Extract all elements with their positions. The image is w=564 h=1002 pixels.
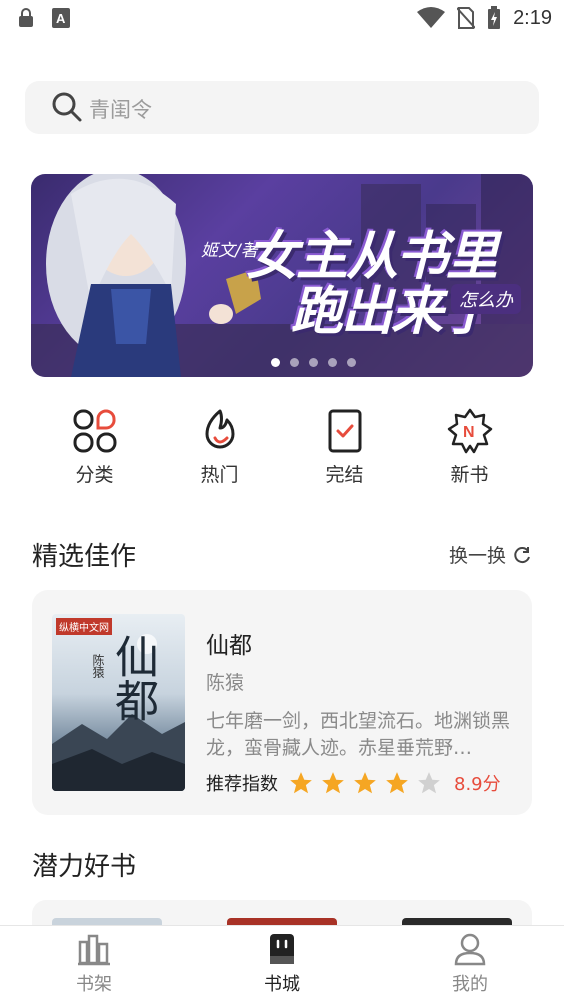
quick-nav-new[interactable]: N 新书 [420, 408, 520, 488]
refresh-icon [514, 546, 530, 563]
profile-icon [454, 933, 486, 966]
star-filled-icon [386, 772, 408, 794]
banner-dot[interactable] [309, 358, 318, 367]
search-placeholder: 青闺令 [89, 98, 152, 122]
wifi-icon [417, 7, 446, 28]
banner-dot[interactable] [328, 358, 337, 367]
star-empty-icon [418, 772, 440, 794]
status-bar: A 2:19 [0, 0, 564, 40]
featured-book-card[interactable]: 纵横中文网 陈猿 仙都 仙都 陈猿 七年磨一剑，西北望流石。地渊锁黑龙，蛮骨藏人… [32, 590, 532, 815]
new-badge-icon: N [447, 408, 492, 454]
book-cover[interactable]: 纵横中文网 陈猿 仙都 [52, 614, 185, 791]
cover-publisher: 纵横中文网 [56, 618, 112, 635]
bookshelf-icon [78, 934, 110, 966]
search-icon [52, 92, 82, 122]
potential-books-row [32, 900, 532, 926]
lock-icon [19, 8, 33, 27]
refresh-label: 换一换 [448, 545, 506, 567]
completed-icon [328, 409, 361, 453]
banner-dot[interactable] [290, 358, 299, 367]
bottom-tab-bar: 书架 书城 我的 [0, 925, 564, 1002]
tab-bookstore[interactable]: 书城 [188, 926, 376, 1002]
battery-charging-icon [488, 6, 501, 29]
rating-label: 推荐指数 [206, 774, 278, 795]
rating-score: 8.9分 [454, 774, 501, 795]
a-font-icon: A [52, 8, 70, 28]
quick-nav-label: 完结 [325, 464, 364, 486]
banner-pagination[interactable] [271, 358, 356, 367]
refresh-button[interactable]: 换一换 [449, 541, 532, 568]
quick-nav: 分类 热门 完结 N 新书 [32, 408, 532, 488]
quick-nav-label: 新书 [450, 464, 489, 486]
cover-title: 仙都 [107, 634, 158, 722]
star-filled-icon [322, 772, 344, 794]
tab-label: 书架 [76, 974, 112, 995]
book-title: 仙都 [206, 633, 252, 659]
flame-icon [205, 409, 234, 449]
search-bar[interactable]: 青闺令 [25, 81, 539, 134]
tab-label: 我的 [452, 974, 488, 995]
tab-bookshelf[interactable]: 书架 [0, 926, 188, 1002]
quick-nav-hot[interactable]: 热门 [170, 408, 270, 488]
star-filled-icon [354, 772, 376, 794]
quick-nav-category[interactable]: 分类 [45, 408, 145, 488]
star-filled-icon [290, 772, 312, 794]
banner-dot[interactable] [347, 358, 356, 367]
quick-nav-completed[interactable]: 完结 [295, 408, 395, 488]
book-rating: 推荐指数 8.9分 [206, 770, 501, 796]
svg-text:A: A [56, 11, 66, 26]
quick-nav-label: 热门 [200, 464, 239, 486]
cover-author: 陈猿 [91, 654, 105, 678]
category-icon [73, 409, 116, 453]
banner-dot[interactable] [271, 358, 280, 367]
quick-nav-label: 分类 [75, 464, 114, 486]
svg-text:N: N [463, 424, 475, 441]
tab-label: 书城 [264, 974, 300, 995]
book-author: 陈猿 [206, 672, 245, 694]
tab-profile[interactable]: 我的 [376, 926, 564, 1002]
featured-section-title: 精选佳作 [32, 542, 137, 572]
potential-section-title: 潜力好书 [32, 852, 137, 882]
book-description: 七年磨一剑，西北望流石。地渊锁黑龙，蛮骨藏人迹。赤星垂荒野… [206, 710, 511, 759]
banner-tag: 怎么办 [451, 284, 521, 314]
no-sim-icon [457, 7, 476, 29]
status-time: 2:19 [513, 6, 552, 29]
bookstore-icon [270, 934, 294, 964]
promo-banner[interactable]: 姬文/著 女主从书里 跑出来了 怎么办 [31, 174, 533, 377]
